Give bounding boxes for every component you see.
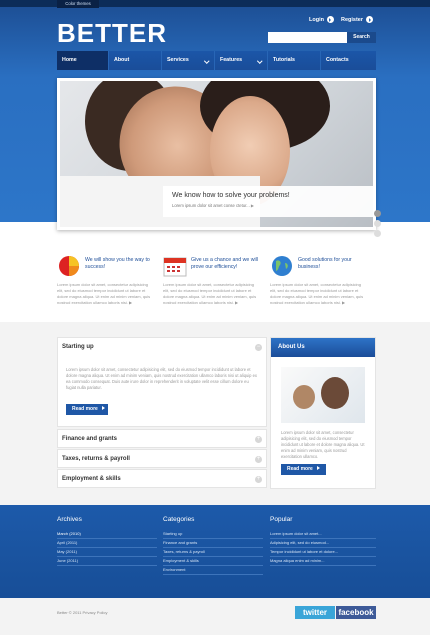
copyright: Better © 2011 Privacy Policy [57, 610, 108, 615]
read-more-button[interactable]: Read more [66, 404, 108, 415]
arrow-right-icon [326, 16, 334, 24]
minus-icon[interactable]: − [255, 344, 262, 351]
popular-link[interactable]: Lorem ipsum dolor sit amet... [270, 530, 376, 539]
slider-dot[interactable] [374, 210, 381, 217]
accordion-item-open: Starting up − Lorem ipsum dolor sit amet… [57, 337, 267, 427]
accordion-item[interactable]: Employment & skills + [57, 469, 267, 488]
feature-title: We will show you the way to success! [85, 257, 150, 270]
calendar-icon [163, 257, 187, 277]
arrow-right-icon: ▶ [235, 300, 239, 305]
color-themes-tab[interactable]: Color themes [57, 0, 99, 8]
accordion-title: Employment & skills [62, 476, 121, 482]
chevron-down-icon [256, 58, 262, 64]
register-link[interactable]: Register [341, 16, 374, 24]
accordion-item[interactable]: Finance and grants + [57, 429, 267, 448]
feature-title: Good solutions for your business! [298, 257, 352, 270]
category-link[interactable]: Finance and grants [163, 539, 263, 548]
register-label: Register [341, 17, 364, 23]
plus-icon: + [255, 436, 262, 443]
nav-services[interactable]: Services [162, 51, 215, 70]
nav-home[interactable]: Home [57, 51, 109, 70]
about-text: Lorem ipsum dolor sit amet, consectetur … [281, 430, 365, 459]
about-photo-part [293, 385, 315, 409]
archive-link[interactable]: April (2011) [57, 539, 157, 548]
archive-link[interactable]: March (2010) [57, 530, 157, 539]
popular-link[interactable]: Adipisicing elit, sed do eiusmod... [270, 539, 376, 548]
accordion-item[interactable]: Taxes, returns & payroll + [57, 449, 267, 468]
arrow-right-icon: ▶ [250, 203, 254, 208]
feature-title: Give us a chance and we will prove our e… [191, 257, 258, 270]
slider-pagination [374, 210, 381, 240]
nav-tutorials[interactable]: Tutorials [268, 51, 321, 70]
archive-link[interactable]: May (2011) [57, 548, 157, 557]
slider-dot[interactable] [374, 230, 381, 237]
category-link[interactable]: Employment & skills [163, 557, 263, 566]
accordion-title: Taxes, returns & payroll [62, 456, 130, 462]
about-photo-part [321, 377, 349, 409]
nav-features-label: Features [220, 57, 243, 63]
arrow-right-icon: ▶ [342, 300, 346, 305]
logo[interactable]: BETTER [57, 20, 167, 46]
login-link[interactable]: Login [309, 16, 334, 24]
feature-text: Lorem ipsum dolor sit amet, consectetur … [163, 282, 261, 306]
category-link[interactable]: Starting up [163, 530, 263, 539]
read-more-label: Read more [72, 406, 98, 412]
hero-caption[interactable]: We know how to solve your problems! Lore… [163, 186, 373, 217]
popular-link[interactable]: Tempor incididunt ut labore et dolore... [270, 548, 376, 557]
footer-popular: Popular Lorem ipsum dolor sit amet... Ad… [270, 516, 376, 566]
archive-link[interactable]: June (2011) [57, 557, 157, 566]
arrow-right-icon [316, 466, 320, 470]
nav-about[interactable]: About [109, 51, 162, 70]
read-more-label: Read more [287, 466, 313, 472]
accordion-title[interactable]: Starting up [62, 344, 94, 350]
nav-services-label: Services [167, 57, 189, 63]
footer-categories: Categories Starting up Finance and grant… [163, 516, 263, 575]
nav-contacts[interactable]: Contacts [321, 51, 376, 70]
about-read-more-button[interactable]: Read more [281, 464, 326, 475]
footer-heading: Archives [57, 516, 82, 523]
feature-text-label: Lorem ipsum dolor sit amet, consectetur … [270, 282, 364, 305]
chevron-down-icon [203, 58, 209, 64]
footer-archives: Archives March (2010) April (2011) May (… [57, 516, 157, 566]
feature-text: Lorem ipsum dolor sit amet, consectetur … [57, 282, 155, 306]
hero-caption-text-label: Lorem ipsum dolor sit amet conse ctetur.… [172, 203, 250, 208]
feature-text-label: Lorem ipsum dolor sit amet, consectetur … [57, 282, 151, 305]
plus-icon: + [255, 456, 262, 463]
footer-heading: Popular [270, 516, 293, 523]
about-box: About Us Lorem ipsum dolor sit amet, con… [270, 337, 376, 489]
slider-dot[interactable] [374, 220, 381, 227]
login-label: Login [309, 17, 324, 23]
twitter-button[interactable]: twitter [295, 606, 335, 619]
accordion-text: Lorem ipsum dolor sit amet, consectetur … [66, 367, 257, 390]
arrow-right-icon: ▶ [129, 300, 133, 305]
about-photo [281, 367, 365, 423]
accordion: Starting up − Lorem ipsum dolor sit amet… [57, 337, 267, 489]
search-input[interactable] [268, 32, 347, 43]
main-nav: Home About Services Features Tutorials C… [57, 51, 376, 70]
about-title: About Us [271, 338, 375, 357]
feature-text-label: Lorem ipsum dolor sit amet, consectetur … [163, 282, 257, 305]
footer-heading: Categories [163, 516, 195, 523]
arrow-right-icon [366, 16, 374, 24]
globe-icon [272, 256, 292, 276]
nav-features[interactable]: Features [215, 51, 268, 70]
facebook-button[interactable]: facebook [336, 606, 376, 619]
arrow-right-icon [101, 406, 105, 410]
hero-caption-title: We know how to solve your problems! [172, 192, 290, 199]
hero-caption-text: Lorem ipsum dolor sit amet conse ctetur.… [172, 203, 254, 208]
search-button[interactable]: Search [347, 32, 376, 43]
category-link[interactable]: Taxes, returns & payroll [163, 548, 263, 557]
plus-icon: + [255, 476, 262, 483]
accordion-title: Finance and grants [62, 436, 118, 442]
category-link[interactable]: Environment [163, 566, 263, 575]
pie-chart-icon [59, 256, 79, 276]
feature-text: Lorem ipsum dolor sit amet, consectetur … [270, 282, 368, 306]
popular-link[interactable]: Magna aliqua enim ad minim... [270, 557, 376, 566]
